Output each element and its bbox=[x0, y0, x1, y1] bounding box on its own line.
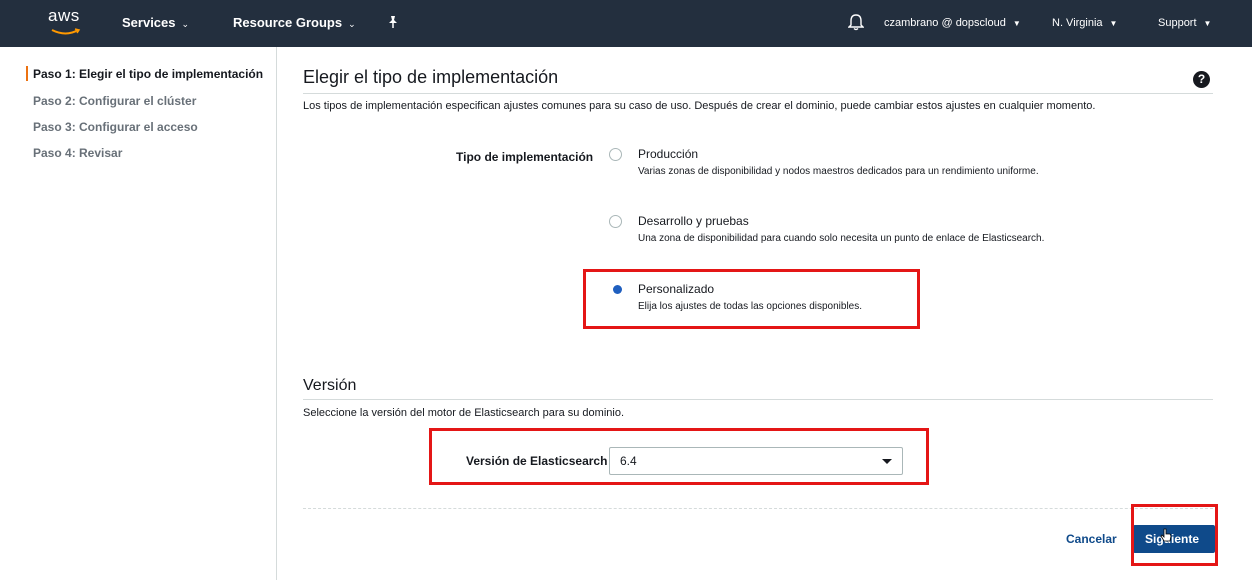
caret-down-icon: ▼ bbox=[1012, 19, 1021, 28]
caret-down-icon: ▼ bbox=[1203, 19, 1212, 28]
region-label: N. Virginia bbox=[1052, 17, 1103, 29]
radio-desarrollo[interactable] bbox=[609, 215, 622, 228]
step-4-link[interactable]: Paso 4: Revisar bbox=[33, 146, 122, 160]
chevron-down-icon: ⌄ bbox=[348, 19, 356, 29]
option-produccion-desc: Varias zonas de disponibilidad y nodos m… bbox=[638, 166, 1039, 177]
footer-divider bbox=[303, 508, 1213, 509]
option-produccion-title: Producción bbox=[638, 147, 699, 161]
top-nav-bar: aws Services ⌄ Resource Groups ⌄ czambrano… bbox=[0, 0, 1252, 47]
highlight-box-personalizado bbox=[583, 269, 920, 329]
radio-produccion[interactable] bbox=[609, 148, 622, 161]
version-description: Seleccione la versión del motor de Elast… bbox=[303, 407, 624, 419]
resource-groups-menu[interactable]: Resource Groups ⌄ bbox=[233, 15, 356, 30]
caret-down-icon: ▼ bbox=[1109, 19, 1118, 28]
active-step-marker bbox=[26, 66, 28, 81]
page-title: Elegir el tipo de implementación bbox=[303, 67, 559, 87]
version-section-title: Versión bbox=[303, 377, 357, 394]
deployment-type-label: Tipo de implementación bbox=[456, 150, 594, 164]
step-3-link[interactable]: Paso 3: Configurar el acceso bbox=[33, 120, 198, 134]
highlight-box-version bbox=[429, 428, 929, 485]
step-1-link[interactable]: Paso 1: Elegir el tipo de implementación bbox=[33, 67, 263, 81]
deployment-description: Los tipos de implementación especifican … bbox=[303, 100, 1096, 112]
title-divider bbox=[303, 93, 1213, 94]
services-menu[interactable]: Services ⌄ bbox=[122, 15, 189, 30]
support-label: Support bbox=[1158, 17, 1197, 29]
resource-groups-label: Resource Groups bbox=[233, 15, 343, 30]
account-menu[interactable]: czambrano @ dopscloud ▼ bbox=[884, 17, 1021, 29]
cancel-button[interactable]: Cancelar bbox=[1066, 532, 1117, 546]
step-2-link[interactable]: Paso 2: Configurar el clúster bbox=[33, 94, 196, 108]
aws-smile-icon bbox=[51, 28, 81, 35]
services-label: Services bbox=[122, 15, 176, 30]
help-icon[interactable]: ? bbox=[1193, 71, 1210, 88]
highlight-box-next bbox=[1131, 504, 1218, 566]
account-label: czambrano @ dopscloud bbox=[884, 17, 1006, 29]
region-menu[interactable]: N. Virginia ▼ bbox=[1052, 17, 1117, 29]
hand-cursor-icon bbox=[1160, 528, 1172, 542]
pin-icon[interactable] bbox=[386, 15, 400, 29]
aws-logo-text: aws bbox=[48, 6, 80, 25]
option-desarrollo-title: Desarrollo y pruebas bbox=[638, 214, 749, 228]
chevron-down-icon: ⌄ bbox=[181, 19, 190, 29]
aws-logo[interactable]: aws bbox=[48, 6, 88, 38]
bell-icon[interactable] bbox=[848, 13, 864, 31]
support-menu[interactable]: Support ▼ bbox=[1158, 17, 1211, 29]
option-desarrollo-desc: Una zona de disponibilidad para cuando s… bbox=[638, 233, 1045, 244]
version-divider bbox=[303, 399, 1213, 400]
